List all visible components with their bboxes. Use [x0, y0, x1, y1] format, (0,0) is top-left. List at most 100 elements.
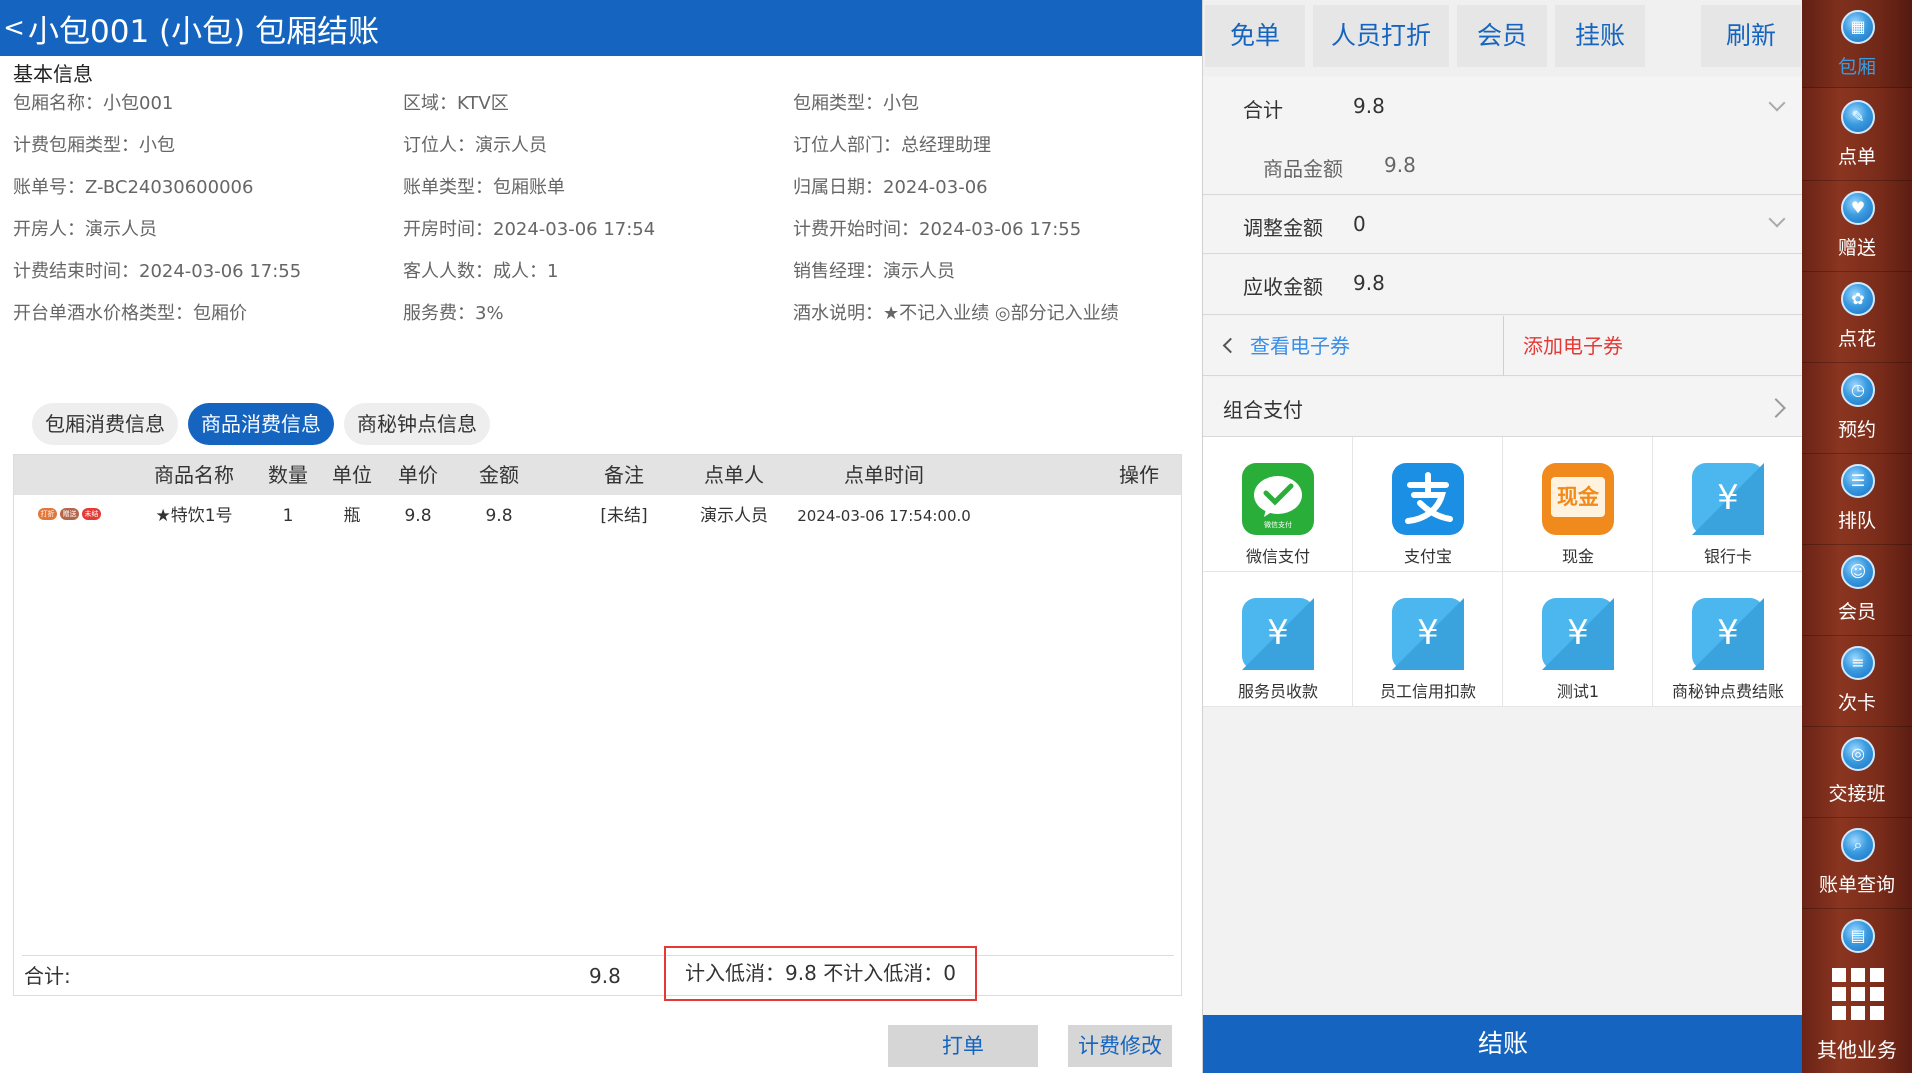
credit-button[interactable]: 挂账 [1555, 5, 1645, 67]
sidebar-item-flower[interactable]: ✿ 点花 [1802, 272, 1912, 363]
col-price: 单价 [398, 463, 438, 487]
staff-discount-button[interactable]: 人员打折 [1313, 5, 1449, 67]
col-goods-name: 商品名称 [154, 463, 234, 487]
pay-label: 服务员收款 [1237, 682, 1318, 701]
coupon-row: 查看电子券 添加电子券 [1203, 316, 1803, 376]
member-button[interactable]: 会员 [1457, 5, 1547, 67]
payment-methods: 微信支付 微信支付 支付宝 现金 现金 ¥ 银行卡 ¥ 服务员收款 ¥ 员工信用… [1203, 437, 1803, 707]
sidebar-item-room[interactable]: ▦ 包厢 [1802, 0, 1912, 88]
due-row: 应收金额 9.8 [1203, 255, 1803, 315]
action-bar: 免单 人员打折 会员 挂账 刷新 [1203, 0, 1803, 76]
sidebar-item-gift[interactable]: ♥ 赠送 [1802, 181, 1912, 272]
shift-icon: ◎ [1841, 737, 1875, 771]
other-business-label: 其他业务 [1817, 1038, 1897, 1062]
sum-value: 9.8 [1353, 94, 1385, 118]
yen-card-icon: ¥ [1692, 598, 1764, 670]
col-orderer: 点单人 [704, 463, 764, 487]
cell-unit: 瓶 [343, 506, 361, 526]
queue-icon: ☰ [1841, 464, 1875, 498]
sidebar-item-label: 点花 [1837, 328, 1876, 350]
print-button[interactable]: 打单 [888, 1025, 1038, 1067]
sidebar-item-count-card[interactable]: ≡ 次卡 [1802, 636, 1912, 727]
other-business-button[interactable]: 其他业务 [1802, 958, 1912, 1073]
info-booker: 订位人：演示人员 [403, 135, 547, 156]
sidebar-item-label: 会员 [1837, 601, 1876, 623]
title-bar: < 小包001 (小包) 包厢结账 [0, 0, 1202, 56]
pay-waiter-collect[interactable]: ¥ 服务员收款 [1203, 572, 1353, 707]
sidebar-item-reserve[interactable]: ◷ 预约 [1802, 363, 1912, 454]
pay-test1[interactable]: ¥ 测试1 [1503, 572, 1653, 707]
sidebar-item-order[interactable]: ✎ 点单 [1802, 90, 1912, 181]
info-belong-date: 归属日期：2024-03-06 [793, 177, 988, 198]
cell-goods-name: ★特饮1号 [155, 506, 233, 526]
wechat-pay-icon-text: 微信支付 [1264, 521, 1292, 529]
info-sales-manager: 销售经理：演示人员 [793, 261, 955, 282]
sidebar-item-label: 预约 [1837, 419, 1876, 441]
col-order-time: 点单时间 [844, 463, 924, 487]
pay-label: 员工信用扣款 [1379, 682, 1476, 701]
grid-icon [1832, 968, 1884, 1020]
cell-amount: 9.8 [485, 506, 513, 526]
total-section[interactable]: 合计 9.8 商品金额 9.8 [1203, 77, 1803, 195]
sidebar-item-label: 次卡 [1837, 692, 1876, 714]
adjust-value: 0 [1353, 212, 1366, 236]
pay-cash[interactable]: 现金 现金 [1503, 437, 1653, 572]
sidebar-item-label: 交接班 [1828, 783, 1886, 805]
chevron-down-icon[interactable] [1768, 210, 1786, 228]
sidebar-item-shift[interactable]: ◎ 交接班 [1802, 727, 1912, 818]
sidebar-item-bill-query[interactable]: ⌕ 账单查询 [1802, 818, 1912, 909]
checkout-button[interactable]: 结账 [1203, 1015, 1803, 1073]
chevron-down-icon[interactable] [1768, 94, 1786, 112]
cash-icon-text: 现金 [1551, 477, 1605, 517]
pay-alipay[interactable]: 支付宝 [1353, 437, 1503, 572]
pay-bank-card[interactable]: ¥ 银行卡 [1653, 437, 1803, 572]
wechat-pay-icon: 微信支付 [1242, 463, 1314, 535]
view-coupon-label: 查看电子券 [1250, 334, 1350, 358]
info-opener: 开房人：演示人员 [13, 219, 157, 240]
discount-tag: 打折 [38, 508, 57, 520]
billing-modify-button[interactable]: 计费修改 [1068, 1025, 1172, 1067]
info-open-time: 开房时间：2024-03-06 17:54 [403, 219, 656, 240]
reserve-icon: ◷ [1841, 373, 1875, 407]
svg-text:¥: ¥ [1417, 613, 1439, 653]
tab-goods-consumption[interactable]: 商品消费信息 [188, 403, 334, 445]
sidebar-item-label: 点单 [1837, 146, 1876, 168]
col-qty: 数量 [268, 463, 308, 487]
order-icon: ✎ [1841, 100, 1875, 134]
total-label: 合计: [24, 964, 71, 988]
sidebar-item-label: 赠送 [1837, 237, 1876, 259]
cell-qty: 1 [282, 506, 294, 526]
bill-detail-panel: < 小包001 (小包) 包厢结账 基本信息 包厢名称：小包001 区域：KTV… [0, 0, 1202, 1073]
back-icon[interactable]: < [0, 0, 28, 56]
sidebar-item-label: 账单查询 [1818, 874, 1895, 896]
info-room-type: 包厢类型：小包 [793, 93, 919, 114]
add-coupon-button[interactable]: 添加电子券 [1523, 316, 1793, 376]
combo-pay-label: 组合支付 [1223, 398, 1303, 422]
pay-wechat[interactable]: 微信支付 微信支付 [1203, 437, 1353, 572]
combo-pay-row[interactable]: 组合支付 [1203, 377, 1803, 437]
basic-info-title: 基本信息 [13, 62, 93, 86]
refresh-button[interactable]: 刷新 [1701, 5, 1801, 67]
pay-secretary-hourly[interactable]: ¥ 商秘钟点费结账 [1653, 572, 1803, 707]
pay-staff-credit[interactable]: ¥ 员工信用扣款 [1353, 572, 1503, 707]
col-unit: 单位 [332, 463, 372, 487]
info-row: 计费结束时间：2024-03-06 17:55 客人人数：成人：1 销售经理：演… [13, 252, 1183, 292]
gift-tag: 赠送 [60, 508, 79, 520]
info-row: 包厢名称：小包001 区域：KTV区 包厢类型：小包 [13, 84, 1183, 124]
pay-label: 银行卡 [1703, 547, 1752, 566]
tab-secretary-hourly[interactable]: 商秘钟点信息 [344, 403, 490, 445]
table-footer: 合计: 9.8 计入低消：9.8 不计入低消：0 [14, 946, 1181, 1001]
table-row[interactable]: 打折 赠送 未结 ★特饮1号 1 瓶 9.8 9.8 [未结] 演示人员 202… [14, 495, 1181, 537]
sidebar-item-report[interactable]: ▤ [1802, 909, 1912, 958]
tab-room-consumption[interactable]: 包厢消费信息 [32, 403, 178, 445]
sum-label: 合计 [1243, 98, 1283, 122]
goods-amount-label: 商品金额 [1263, 157, 1343, 181]
free-bill-button[interactable]: 免单 [1205, 5, 1305, 67]
adjust-row[interactable]: 调整金额 0 [1203, 196, 1803, 254]
yen-card-icon: ¥ [1542, 598, 1614, 670]
sidebar-item-member[interactable]: ☺ 会员 [1802, 545, 1912, 636]
sidebar-item-queue[interactable]: ☰ 排队 [1802, 454, 1912, 545]
low-consumption-summary: 计入低消：9.8 不计入低消：0 [664, 946, 977, 1001]
info-guest-count: 客人人数：成人：1 [403, 261, 559, 282]
view-coupon-button[interactable]: 查看电子券 [1222, 316, 1500, 376]
